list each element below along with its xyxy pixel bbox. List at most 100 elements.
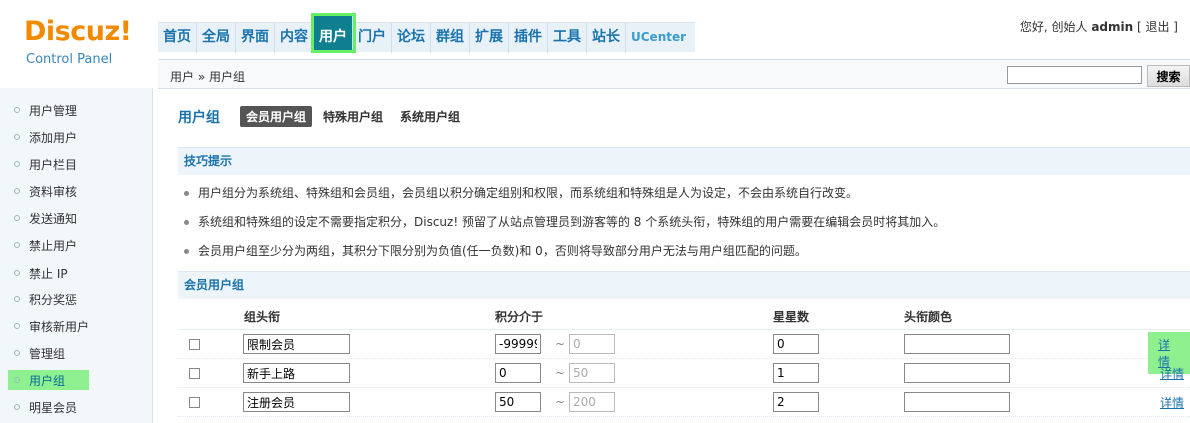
logo[interactable]: Discuz! Control Panel — [0, 0, 158, 88]
nav-founder[interactable]: 站长 — [587, 22, 626, 53]
detail-link[interactable]: 详情 — [1158, 394, 1186, 411]
row-checkbox[interactable] — [189, 397, 200, 408]
sidebar-item-label: 用户管理 — [29, 103, 78, 118]
bullet-icon — [14, 134, 20, 140]
sidebar: 用户管理 添加用户 用户栏目 资料审核 发送通知 禁止用户 禁止 IP 积分奖惩… — [0, 88, 153, 423]
credits-max-input — [569, 392, 615, 412]
row-checkbox[interactable] — [189, 339, 200, 350]
table-header: 组头衔 积分介于 星星数 头衔颜色 — [178, 300, 1190, 330]
nav-ucenter[interactable]: UCenter — [626, 23, 691, 53]
nav-user[interactable]: 用户 — [314, 15, 353, 50]
tip-item: 系统组和特殊组的设定不需要指定积分，Discuz! 预留了从站点管理员到游客等的… — [182, 213, 1182, 242]
credits-min-input[interactable] — [495, 334, 541, 354]
title-color-input[interactable] — [904, 363, 1010, 383]
tip-item: 会员用户组至少分为两组，其积分下限分别为负值(任一负数)和 0，否则将导致部分用… — [182, 242, 1182, 271]
sidebar-item-profile-review[interactable]: 资料审核 — [8, 181, 153, 201]
range-separator: ~ — [555, 337, 566, 351]
nav-group[interactable]: 群组 — [431, 22, 470, 53]
stars-input[interactable] — [773, 392, 819, 412]
sidebar-item-review-new[interactable]: 审核新用户 — [8, 316, 153, 336]
bullet-icon — [14, 323, 20, 329]
header: 首页 全局 界面 内容 用户 门户 论坛 群组 扩展 插件 工具 站长 UCen… — [0, 0, 1190, 59]
bullet-icon — [14, 161, 20, 167]
range-separator: ~ — [555, 366, 566, 380]
bullet-icon — [14, 215, 20, 221]
nav-plugin[interactable]: 插件 — [509, 22, 548, 53]
sidebar-item-ban-ip[interactable]: 禁止 IP — [8, 263, 153, 283]
group-title-input[interactable] — [243, 392, 350, 412]
sidebar-item-label: 用户栏目 — [29, 157, 78, 172]
bullet-icon — [14, 404, 20, 410]
tip-item: 用户组分为系统组、特殊组和会员组，会员组以积分确定组别和权限，而系统组和特殊组是… — [182, 184, 1182, 213]
sidebar-item-label: 禁止用户 — [29, 238, 78, 253]
logo-subtitle: Control Panel — [26, 52, 113, 67]
group-title-input[interactable] — [243, 363, 350, 383]
range-separator: ~ — [555, 395, 566, 409]
nav-global[interactable]: 全局 — [197, 22, 236, 53]
sidebar-item-label: 禁止 IP — [29, 266, 68, 281]
sidebar-item-label: 积分奖惩 — [29, 292, 78, 307]
sidebar-item-admin-group[interactable]: 管理组 — [8, 343, 153, 363]
group-title-input[interactable] — [243, 334, 350, 354]
col-title-color: 头衔颜色 — [904, 310, 953, 324]
sidebar-item-star-members[interactable]: 明星会员 — [8, 397, 153, 417]
bullet-icon — [14, 107, 20, 113]
row-checkbox[interactable] — [189, 368, 200, 379]
sidebar-item-send-notice[interactable]: 发送通知 — [8, 208, 153, 228]
nav-style[interactable]: 界面 — [236, 22, 275, 53]
sidebar-item-label: 管理组 — [29, 346, 66, 361]
stars-input[interactable] — [773, 363, 819, 383]
sidebar-item-label: 发送通知 — [29, 211, 78, 226]
nav-home[interactable]: 首页 — [158, 22, 197, 53]
title-row: 用户组 会员用户组 特殊用户组 系统用户组 — [168, 106, 471, 127]
sidebar-item-user-manage[interactable]: 用户管理 — [8, 100, 153, 120]
page-title: 用户组 — [178, 109, 220, 126]
table-row: ~ 详情 — [178, 359, 1190, 388]
sidebar-item-credits-reward[interactable]: 积分奖惩 — [8, 289, 153, 309]
sidebar-item-label: 用户组 — [29, 373, 66, 388]
tips-header: 技巧提示 — [178, 147, 1190, 175]
tips-list: 用户组分为系统组、特殊组和会员组，会员组以积分确定组别和权限，而系统组和特殊组是… — [182, 184, 1182, 271]
greeting: 您好, 创始人 — [1019, 20, 1088, 34]
nav-extended[interactable]: 扩展 — [470, 22, 509, 53]
logo-wordmark: Discuz! — [24, 16, 132, 47]
detail-link[interactable]: 详情 — [1158, 365, 1186, 382]
breadcrumb-bar: 用户 » 用户组 搜索 — [158, 59, 1190, 89]
tab-member-groups[interactable]: 会员用户组 — [240, 106, 313, 127]
nav-portal[interactable]: 门户 — [353, 22, 392, 53]
title-color-input[interactable] — [904, 334, 1010, 354]
search-button[interactable]: 搜索 — [1147, 65, 1190, 87]
title-color-input[interactable] — [904, 392, 1010, 412]
nav-forum[interactable]: 论坛 — [392, 22, 431, 53]
table-row: ~ 详情 — [178, 388, 1190, 417]
credits-max-input — [569, 334, 615, 354]
sidebar-item-add-user[interactable]: 添加用户 — [8, 127, 153, 147]
sidebar-item-ban-user[interactable]: 禁止用户 — [8, 235, 153, 255]
search-input[interactable] — [1007, 66, 1142, 84]
sidebar-item-user-fields[interactable]: 用户栏目 — [8, 154, 153, 174]
credits-min-input[interactable] — [495, 363, 541, 383]
credits-max-input — [569, 363, 615, 383]
breadcrumb: 用户 » 用户组 — [170, 70, 245, 84]
main-content: 用户组 会员用户组 特殊用户组 系统用户组 技巧提示 用户组分为系统组、特殊组和… — [168, 96, 1190, 423]
sidebar-item-user-group[interactable]: 用户组 — [8, 370, 89, 390]
nav-content[interactable]: 内容 — [275, 22, 314, 53]
bullet-icon — [14, 242, 20, 248]
sidebar-item-label: 明星会员 — [29, 400, 78, 415]
col-group-title: 组头衔 — [244, 310, 281, 324]
groups-table: 组头衔 积分介于 星星数 头衔颜色 ~ 详情 ~ 详情 — [178, 300, 1190, 417]
stars-input[interactable] — [773, 334, 819, 354]
bullet-icon — [14, 270, 20, 276]
username: admin — [1091, 20, 1134, 34]
credits-min-input[interactable] — [495, 392, 541, 412]
col-credits-range: 积分介于 — [495, 310, 544, 324]
tab-system-groups[interactable]: 系统用户组 — [394, 106, 466, 127]
col-stars: 星星数 — [773, 310, 810, 324]
bullet-icon — [14, 188, 20, 194]
tab-special-groups[interactable]: 特殊用户组 — [317, 106, 389, 127]
bullet-icon — [14, 350, 20, 356]
top-nav: 首页 全局 界面 内容 用户 门户 论坛 群组 扩展 插件 工具 站长 UCen… — [158, 15, 696, 53]
sidebar-item-label: 添加用户 — [29, 130, 78, 145]
nav-tools[interactable]: 工具 — [548, 22, 587, 53]
logout-link[interactable]: [ 退出 ] — [1137, 20, 1178, 34]
